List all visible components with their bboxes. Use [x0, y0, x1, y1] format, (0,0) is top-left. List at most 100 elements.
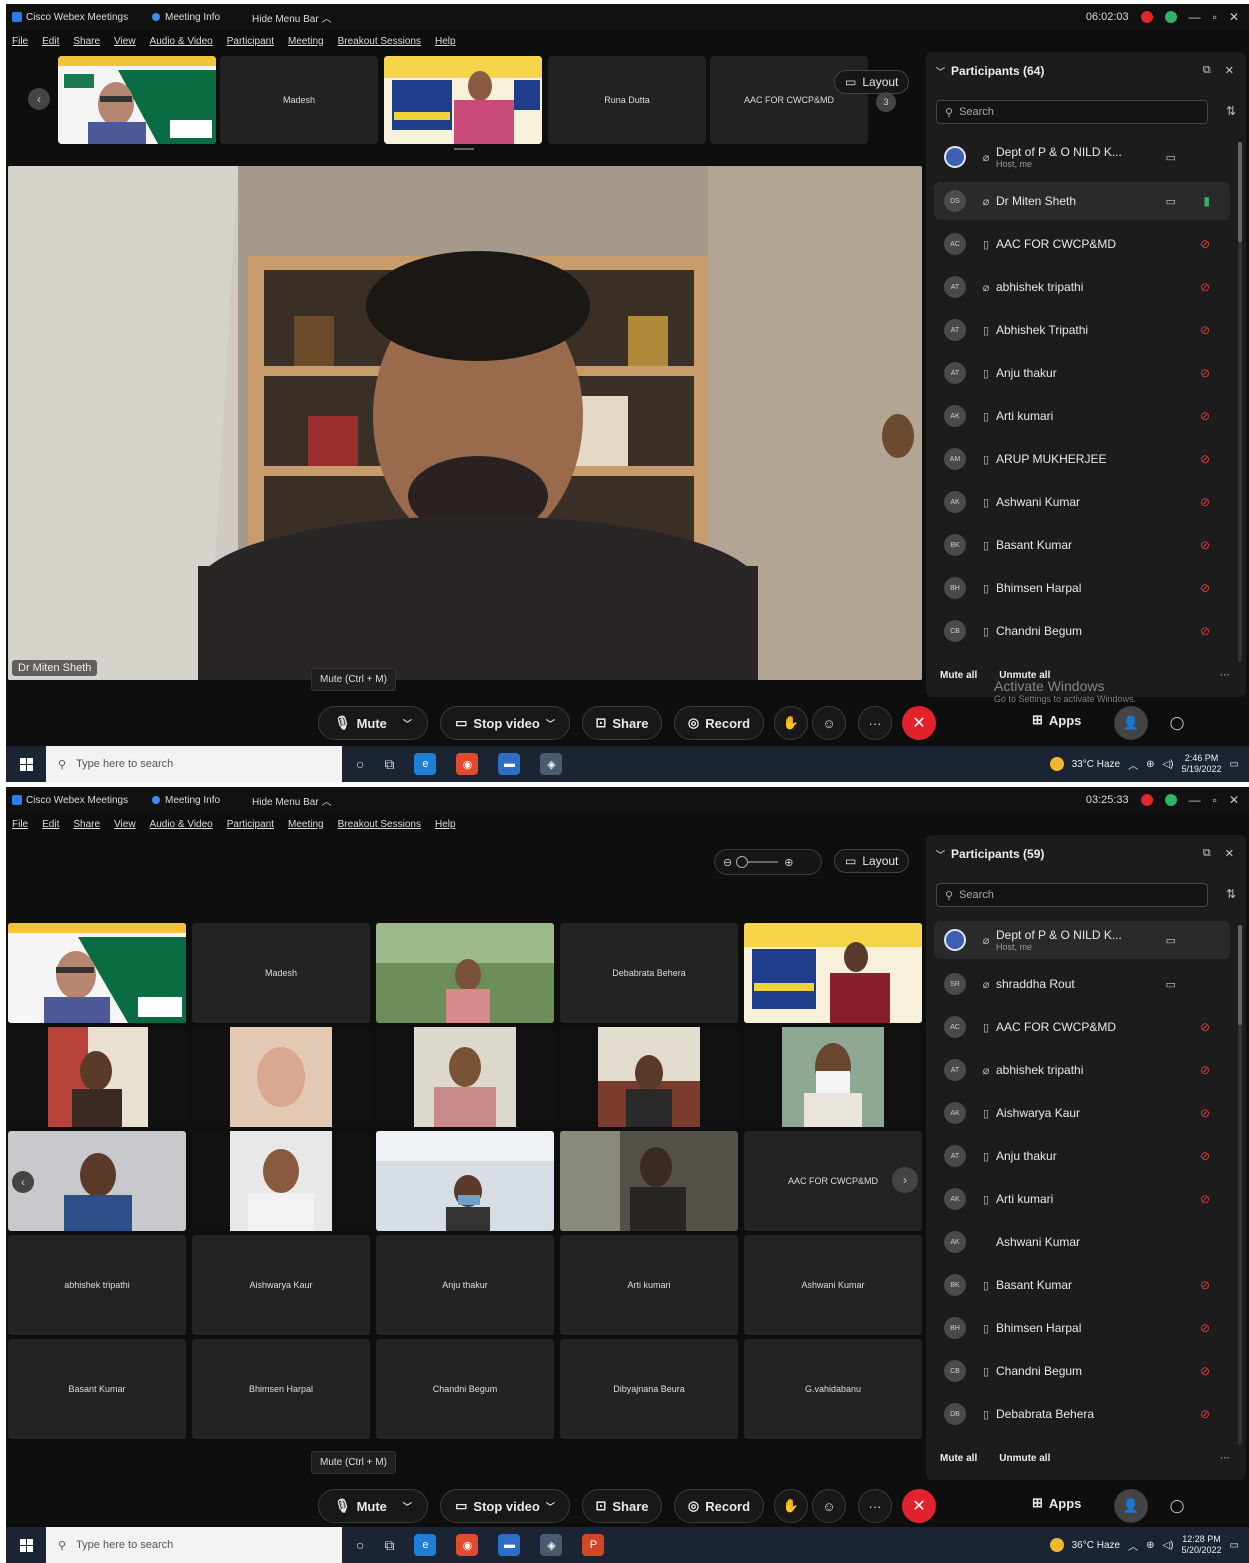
menu-edit[interactable]: Edit — [42, 36, 59, 47]
clock[interactable]: 2:46 PM 5/19/2022 — [1182, 753, 1222, 775]
menu-share[interactable]: Share — [73, 819, 100, 830]
restore-icon[interactable]: ▫ — [1213, 793, 1217, 807]
participant-row[interactable]: AT ⌀ abhishek tripathi ⊘ — [934, 1051, 1230, 1089]
participant-row[interactable]: DB ▯ Debabrata Behera ⊘ — [934, 1395, 1230, 1433]
video-tile[interactable]: ‹ — [8, 1131, 186, 1231]
participant-row[interactable]: BH ▯ Bhimsen Harpal ⊘ — [934, 569, 1230, 607]
minimize-icon[interactable]: — — [1189, 793, 1201, 807]
participant-row[interactable]: AK ▯ Arti kumari ⊘ — [934, 1180, 1230, 1218]
participant-row[interactable]: AT ▯ Anju thakur ⊘ — [934, 354, 1230, 392]
record-button[interactable]: ◎ Record — [674, 706, 764, 740]
meeting-info-button[interactable]: Meeting Info — [152, 795, 252, 806]
notification-icon[interactable]: ▭ — [1230, 1540, 1239, 1551]
tray-expand-icon[interactable]: ︿ — [1128, 757, 1138, 772]
menu-participant[interactable]: Participant — [227, 36, 274, 47]
menu-audio-video[interactable]: Audio & Video — [150, 819, 213, 830]
zoom-out-icon[interactable]: ⊖ — [723, 856, 732, 869]
participant-search-input[interactable]: ⚲ Search — [936, 883, 1208, 907]
video-thumb-1[interactable] — [58, 56, 216, 144]
meeting-info-button[interactable]: Meeting Info — [152, 12, 252, 23]
participant-row[interactable]: AK ▯ Ashwani Kumar ⊘ — [934, 483, 1230, 521]
cortana-icon[interactable]: ○ — [356, 1537, 364, 1553]
video-tile[interactable] — [192, 1131, 370, 1231]
video-tile[interactable]: Arti kumari — [560, 1235, 738, 1335]
task-view-icon[interactable]: ⧉ — [384, 1537, 394, 1554]
more-icon[interactable]: ··· — [858, 1489, 892, 1523]
grid-prev-icon[interactable]: ‹ — [12, 1171, 34, 1193]
powerpoint-icon[interactable]: P — [582, 1534, 605, 1556]
minimize-icon[interactable]: — — [1189, 10, 1201, 24]
participant-row[interactable]: AM ▯ ARUP MUKHERJEE ⊘ — [934, 440, 1230, 478]
video-tile[interactable] — [8, 1027, 186, 1127]
participants-icon[interactable]: 👤 — [1114, 706, 1148, 740]
participants-header[interactable]: ﹀ Participants (59) — [936, 847, 1044, 861]
share-button[interactable]: ⊡ Share — [582, 1489, 662, 1523]
menu-participant[interactable]: Participant — [227, 819, 274, 830]
video-tile[interactable]: Bhimsen Harpal — [192, 1339, 370, 1439]
video-tile[interactable] — [376, 1131, 554, 1231]
webex-taskbar-icon[interactable]: ◈ — [540, 753, 563, 775]
hide-menu-bar-button[interactable]: Hide Menu Bar ︿ — [252, 10, 352, 25]
chat-icon[interactable]: ◯ — [1160, 1489, 1194, 1523]
menu-help[interactable]: Help — [435, 819, 456, 830]
edge-icon[interactable]: e — [414, 753, 437, 775]
volume-icon[interactable]: ◁) — [1162, 1540, 1173, 1551]
popout-icon[interactable]: ⧉ — [1203, 64, 1211, 77]
reactions-icon[interactable]: ☺ — [812, 1489, 846, 1523]
video-tile[interactable]: Chandni Begum — [376, 1339, 554, 1439]
participant-row[interactable]: CB ▯ Chandni Begum ⊘ — [934, 612, 1230, 650]
sort-icon[interactable]: ⇅ — [1226, 887, 1236, 901]
video-tile[interactable] — [560, 1027, 738, 1127]
participant-row[interactable]: AK ▯ Aishwarya Kaur ⊘ — [934, 1094, 1230, 1132]
active-speaker-video[interactable]: Dr Miten Sheth — [8, 166, 922, 680]
layout-button[interactable]: ▭ Layout — [834, 70, 910, 94]
video-thumb-3[interactable] — [384, 56, 542, 144]
unmute-all-button[interactable]: Unmute all — [999, 1453, 1050, 1464]
stop-video-button[interactable]: ▭ Stop video ﹀ — [440, 1489, 570, 1523]
menu-file[interactable]: File — [12, 36, 28, 47]
strip-page-badge[interactable]: 3 — [876, 92, 896, 112]
menu-help[interactable]: Help — [435, 36, 456, 47]
video-tile[interactable] — [376, 923, 554, 1023]
video-tile[interactable]: Anju thakur — [376, 1235, 554, 1335]
menu-meeting[interactable]: Meeting — [288, 36, 324, 47]
hide-menu-bar-button[interactable]: Hide Menu Bar ︿ — [252, 793, 352, 808]
participants-icon[interactable]: 👤 — [1114, 1489, 1148, 1523]
participant-row[interactable]: SR ⌀ shraddha Rout ▭ — [934, 965, 1230, 1003]
video-tile[interactable]: Basant Kumar — [8, 1339, 186, 1439]
apps-button[interactable]: ⊞ Apps — [1032, 712, 1081, 728]
video-thumb-4[interactable]: Runa Dutta — [548, 56, 706, 144]
video-tile[interactable] — [376, 1027, 554, 1127]
video-tile[interactable]: G.vahidabanu — [744, 1339, 922, 1439]
layout-button[interactable]: ▭ Layout — [834, 849, 910, 873]
cortana-icon[interactable]: ○ — [356, 756, 364, 772]
mute-button[interactable]: 🎙 Mute ﹀ — [318, 706, 428, 740]
edge-icon[interactable]: e — [414, 1534, 437, 1556]
participant-scroll-thumb[interactable] — [1238, 142, 1242, 242]
popout-icon[interactable]: ⧉ — [1203, 847, 1211, 860]
menu-share[interactable]: Share — [73, 36, 100, 47]
close-icon[interactable]: ✕ — [1229, 10, 1239, 24]
participant-row[interactable]: ⌀ Dept of P & O NILD K... Host, me ▭ — [934, 921, 1230, 959]
close-icon[interactable]: ✕ — [1229, 793, 1239, 807]
chat-icon[interactable]: ◯ — [1160, 706, 1194, 740]
more-options-icon[interactable]: ··· — [1220, 670, 1230, 681]
menu-breakout[interactable]: Breakout Sessions — [338, 36, 421, 47]
grid-zoom-slider[interactable]: ⊖ ⊕ — [714, 849, 822, 875]
mute-all-button[interactable]: Mute all — [940, 1453, 977, 1464]
participant-row[interactable]: DS ⌀ Dr Miten Sheth ▭ ▮ — [934, 182, 1230, 220]
chevron-down-icon[interactable]: ﹀ — [403, 717, 412, 730]
sort-icon[interactable]: ⇅ — [1226, 104, 1236, 118]
video-tile[interactable]: Dibyajnana Beura — [560, 1339, 738, 1439]
menu-meeting[interactable]: Meeting — [288, 819, 324, 830]
end-call-button[interactable]: ✕ — [902, 1489, 936, 1523]
video-tile[interactable] — [744, 1027, 922, 1127]
participant-row[interactable]: AT ▯ Abhishek Tripathi ⊘ — [934, 311, 1230, 349]
participant-search-input[interactable]: ⚲ Search — [936, 100, 1208, 124]
video-tile[interactable] — [744, 923, 922, 1023]
task-view-icon[interactable]: ⧉ — [384, 756, 394, 773]
participant-row[interactable]: AC ▯ AAC FOR CWCP&MD ⊘ — [934, 1008, 1230, 1046]
close-panel-icon[interactable]: ✕ — [1225, 64, 1234, 77]
chevron-down-icon[interactable]: ﹀ — [403, 1500, 412, 1513]
video-tile[interactable]: Ashwani Kumar — [744, 1235, 922, 1335]
